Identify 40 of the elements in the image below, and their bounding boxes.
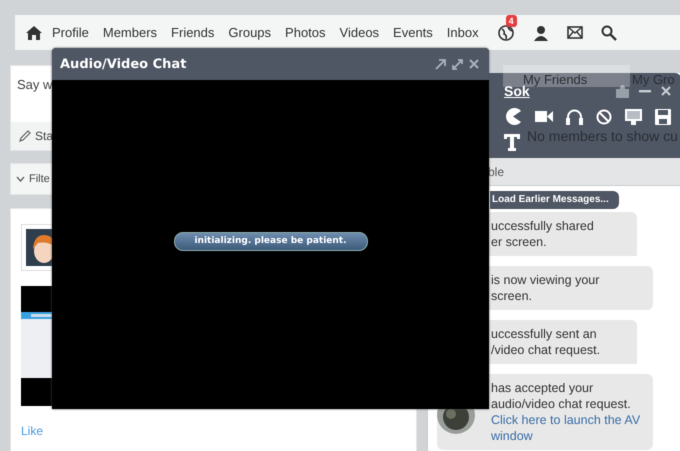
status-message: initializing. please be patient.	[174, 232, 368, 251]
nav-link[interactable]: Friends	[171, 25, 214, 40]
notification-badge: 4	[506, 14, 517, 26]
nav-link[interactable]: Events	[393, 25, 433, 40]
globe-icon[interactable]	[498, 24, 514, 40]
nav-link[interactable]: Inbox	[446, 25, 479, 40]
ban-icon[interactable]	[596, 108, 612, 124]
nav-link[interactable]: Members	[102, 25, 158, 40]
popout-icon[interactable]	[435, 58, 446, 70]
status-tab[interactable]: Sta	[35, 129, 54, 143]
user-icon[interactable]	[532, 24, 549, 40]
save-icon[interactable]	[655, 108, 671, 124]
nav-link[interactable]: Profile	[52, 25, 89, 40]
launch-link[interactable]: Click here to launch the AV window	[491, 412, 643, 444]
video-camera-icon[interactable]	[535, 110, 553, 123]
message-text: has accepted your audio/video chat request.	[491, 380, 632, 412]
message-text: is now viewing your screen.	[491, 272, 600, 304]
monitor-icon[interactable]	[625, 108, 642, 124]
search-icon[interactable]	[600, 24, 617, 40]
expand-icon[interactable]	[452, 58, 463, 70]
load-earlier-button[interactable]: Load Earlier Messages...	[490, 191, 619, 209]
mail-icon[interactable]	[566, 26, 583, 39]
nav-link[interactable]: Groups	[228, 25, 272, 40]
minimize-icon[interactable]	[639, 90, 651, 92]
message-text: uccessfully sent an /video chat request.	[491, 326, 602, 358]
nav-link[interactable]: Videos	[340, 25, 380, 40]
close-icon[interactable]	[661, 86, 671, 96]
message-text: uccessfully shared er screen.	[491, 218, 595, 250]
text-icon[interactable]	[504, 134, 520, 151]
nav-link[interactable]: Photos	[285, 25, 326, 40]
window-title: Audio/Video Chat	[60, 56, 186, 72]
puzzle-icon[interactable]	[616, 84, 629, 98]
close-icon[interactable]	[469, 59, 479, 69]
headphones-icon[interactable]	[566, 108, 583, 124]
chevron-icon	[16, 176, 25, 182]
filter-label[interactable]: Filte	[29, 173, 50, 185]
status-prompt[interactable]: Say w	[17, 77, 52, 92]
pencil-icon	[19, 130, 31, 142]
pacman-icon[interactable]	[504, 108, 522, 125]
home-icon[interactable]	[26, 26, 42, 40]
